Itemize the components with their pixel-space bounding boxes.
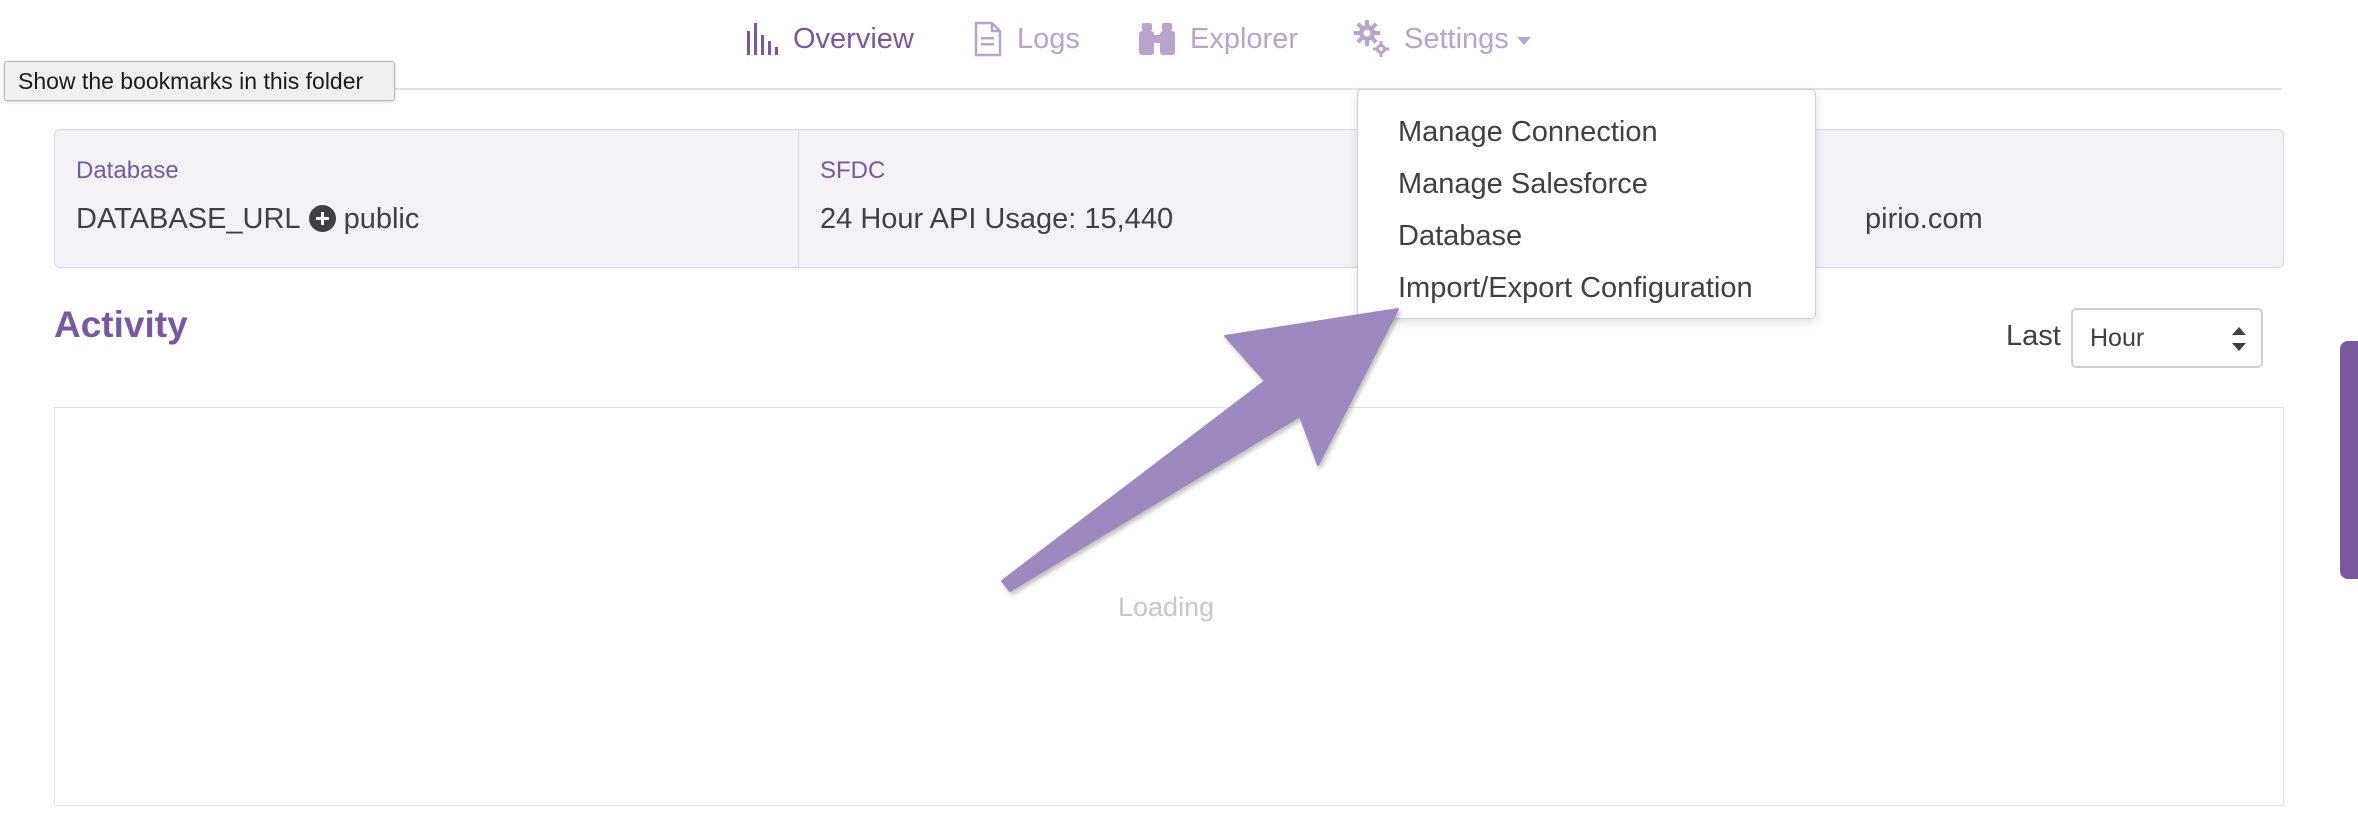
tab-explorer[interactable]: Explorer	[1138, 14, 1298, 64]
settings-dropdown: Manage Connection Manage Salesforce Data…	[1357, 89, 1816, 319]
tab-logs[interactable]: Logs	[973, 14, 1080, 64]
bookmarks-tooltip: Show the bookmarks in this folder	[4, 61, 395, 101]
binoculars-icon	[1138, 21, 1176, 57]
loading-text: Loading	[1118, 592, 1215, 622]
sfdc-label: SFDC	[820, 157, 886, 184]
database-url: DATABASE_URL	[76, 203, 301, 235]
tab-logs-label: Logs	[1017, 22, 1080, 55]
menu-item-import-export[interactable]: Import/Export Configuration	[1358, 262, 1815, 314]
select-arrows-icon	[2232, 327, 2246, 351]
gear-icon	[1354, 20, 1390, 58]
tab-overview[interactable]: Overview	[745, 14, 914, 64]
database-value: DATABASE_URL public	[76, 203, 419, 236]
tab-overview-label: Overview	[793, 22, 914, 55]
document-icon	[973, 21, 1003, 57]
info-panel: Database DATABASE_URL public SFDC 24 Hou…	[54, 129, 2284, 268]
plus-circle-icon[interactable]	[308, 205, 336, 232]
database-cell: Database DATABASE_URL public	[55, 130, 798, 267]
bar-chart-icon	[745, 21, 779, 57]
period-select[interactable]: Hour	[2071, 308, 2263, 368]
menu-item-manage-salesforce[interactable]: Manage Salesforce	[1358, 158, 1815, 210]
period-label: Last	[2006, 320, 2061, 352]
tab-settings[interactable]: Settings	[1354, 14, 1531, 64]
user-value: pirio.com	[1865, 203, 1983, 235]
menu-item-database[interactable]: Database	[1358, 210, 1815, 262]
chevron-down-icon	[1516, 37, 1531, 45]
activity-title: Activity	[54, 304, 188, 345]
database-schema: public	[343, 203, 420, 235]
page: Overview Logs Explorer Settings Show the…	[0, 0, 2358, 840]
database-label: Database	[76, 157, 179, 184]
side-panel-tab[interactable]	[2340, 341, 2358, 579]
tab-settings-label: Settings	[1404, 22, 1509, 55]
tab-explorer-label: Explorer	[1190, 22, 1298, 55]
sfdc-api-usage: 24 Hour API Usage: 15,440	[820, 203, 1174, 235]
menu-item-manage-connection[interactable]: Manage Connection	[1358, 106, 1815, 158]
activity-chart: Loading	[54, 407, 2284, 806]
period-select-value: Hour	[2090, 324, 2145, 352]
